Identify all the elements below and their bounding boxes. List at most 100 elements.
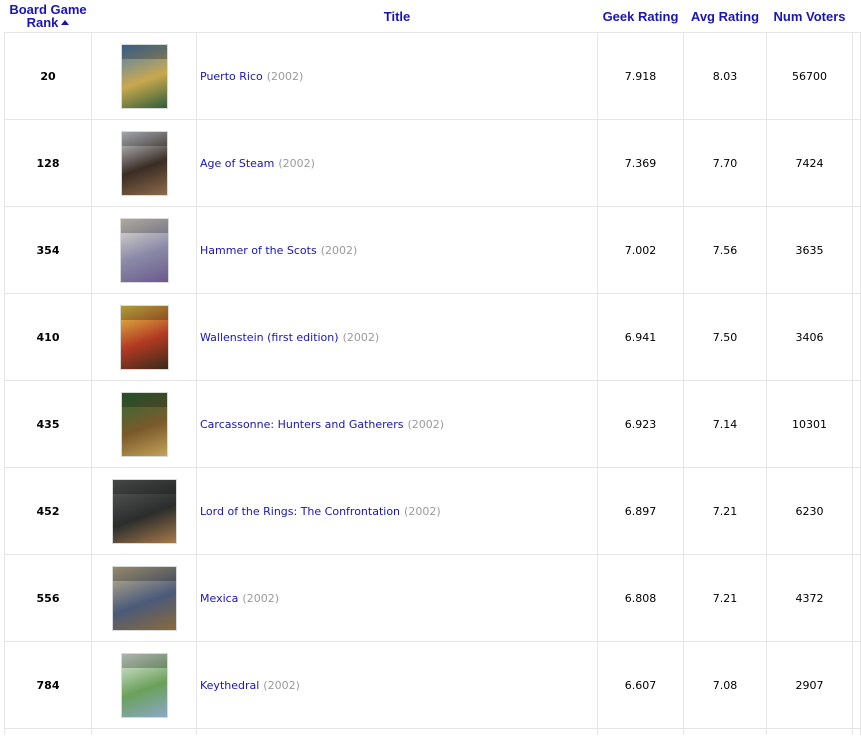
partial-cell xyxy=(683,728,767,735)
table-row: 20 Puerto Rico (2002) 7.918 8.03 56700 xyxy=(4,32,861,120)
table-header-row: Board Game Rank Title Geek Rating Avg Ra… xyxy=(5,0,861,33)
geek-rating-value: 7.002 xyxy=(624,243,657,257)
thumbnail-cell xyxy=(91,293,197,381)
game-year: (2002) xyxy=(404,504,441,518)
geek-rating-value: 7.918 xyxy=(624,69,657,83)
rank-cell: 784 xyxy=(4,641,92,729)
game-title-link[interactable]: Keythedral xyxy=(200,679,259,692)
avg-rating-cell: 7.70 xyxy=(683,119,767,207)
num-voters-value: 10301 xyxy=(792,417,827,431)
game-year: (2002) xyxy=(263,678,300,692)
title-cell: Age of Steam (2002) xyxy=(196,119,598,207)
avg-rating-column-header[interactable]: Avg Rating xyxy=(684,0,767,33)
geek-rating-sort-link[interactable]: Geek Rating xyxy=(603,9,679,24)
thumbnail-cell xyxy=(91,380,197,468)
num-voters-cell: 10301 xyxy=(766,380,853,468)
game-year: (2002) xyxy=(407,417,445,431)
geek-rating-value: 6.923 xyxy=(624,417,657,431)
avg-rating-cell: 7.21 xyxy=(683,467,767,555)
avg-rating-value: 7.56 xyxy=(712,243,738,257)
num-voters-value: 3406 xyxy=(795,330,824,344)
table-row: 784 Keythedral (2002) 6.607 7.08 2907 xyxy=(4,641,861,729)
keythedral-cover-image[interactable] xyxy=(121,653,167,717)
wallenstein-cover-image[interactable] xyxy=(120,305,168,369)
avg-rating-sort-link[interactable]: Avg Rating xyxy=(691,9,759,24)
table-row: 435 Carcassonne: Hunters and Gatherers (20… xyxy=(4,380,861,468)
extra-cell xyxy=(852,554,861,642)
num-voters-value: 4372 xyxy=(795,591,824,605)
rank-value: 354 xyxy=(36,243,60,257)
extra-cell xyxy=(852,32,861,120)
age-of-steam-cover-image[interactable] xyxy=(121,131,167,195)
geek-rating-value: 6.897 xyxy=(624,504,657,518)
rank-cell: 410 xyxy=(4,293,92,381)
thumbnail-cell xyxy=(91,467,197,555)
extra-cell xyxy=(852,641,861,729)
geek-rating-value: 6.808 xyxy=(624,591,657,605)
num-voters-cell: 2907 xyxy=(766,641,853,729)
game-title-link[interactable]: Puerto Rico xyxy=(200,70,263,83)
num-voters-cell: 6230 xyxy=(766,467,853,555)
avg-rating-cell: 7.21 xyxy=(683,554,767,642)
game-title-link[interactable]: Mexica xyxy=(200,592,238,605)
lotr-confrontation-cover-image[interactable] xyxy=(112,479,176,543)
rank-sort-link[interactable]: Board Game Rank xyxy=(9,2,86,30)
thumbnail-cell xyxy=(91,206,197,294)
title-cell: Lord of the Rings: The Confrontation (200… xyxy=(196,467,598,555)
title-sort-link[interactable]: Title xyxy=(384,9,411,24)
extra-cell xyxy=(852,119,861,207)
rank-value: 784 xyxy=(36,678,60,692)
game-title-link[interactable]: Hammer of the Scots xyxy=(200,244,317,257)
mexica-cover-image[interactable] xyxy=(112,566,176,630)
thumbnail-cell xyxy=(91,554,197,642)
title-column-header[interactable]: Title xyxy=(197,0,598,33)
game-year: (2002) xyxy=(278,156,315,170)
cover-title-band xyxy=(121,653,167,668)
geek-rating-cell: 6.897 xyxy=(597,467,684,555)
rank-value: 556 xyxy=(36,591,60,605)
game-title-link[interactable]: Wallenstein (first edition) xyxy=(200,331,339,344)
cover-title-band xyxy=(112,479,176,494)
title-cell: Hammer of the Scots (2002) xyxy=(196,206,598,294)
rank-cell: 20 xyxy=(4,32,92,120)
game-title-link[interactable]: Lord of the Rings: The Confrontation xyxy=(200,505,400,518)
game-title-link[interactable]: Carcassonne: Hunters and Gatherers xyxy=(200,418,403,431)
extra-cell xyxy=(852,380,861,468)
extra-cell xyxy=(852,467,861,555)
num-voters-sort-link[interactable]: Num Voters xyxy=(774,9,846,24)
rank-header-line2: Rank xyxy=(26,15,59,30)
carcassonne-hunters-gatherers-cover-image[interactable] xyxy=(121,392,167,456)
geek-rating-cell: 6.941 xyxy=(597,293,684,381)
rank-value: 435 xyxy=(36,417,60,431)
cover-title-band xyxy=(121,392,167,407)
partial-cell xyxy=(852,728,861,735)
avg-rating-value: 8.03 xyxy=(712,69,738,83)
geek-rating-value: 6.941 xyxy=(624,330,657,344)
game-title-link[interactable]: Age of Steam xyxy=(200,157,274,170)
num-voters-cell: 3635 xyxy=(766,206,853,294)
thumbnail-cell xyxy=(91,641,197,729)
rank-value: 20 xyxy=(40,69,56,83)
partial-cell xyxy=(196,728,598,735)
rank-value: 128 xyxy=(36,156,60,170)
puerto-rico-cover-image[interactable] xyxy=(121,44,167,108)
cover-title-band xyxy=(120,305,168,320)
partial-cell xyxy=(4,728,92,735)
num-voters-column-header[interactable]: Num Voters xyxy=(767,0,853,33)
cover-title-band xyxy=(121,44,167,59)
avg-rating-cell: 7.14 xyxy=(683,380,767,468)
rank-column-header[interactable]: Board Game Rank xyxy=(5,0,92,33)
hammer-of-the-scots-cover-image[interactable] xyxy=(120,218,168,282)
geek-rating-column-header[interactable]: Geek Rating xyxy=(598,0,684,33)
partial-cell xyxy=(597,728,684,735)
title-cell: Keythedral (2002) xyxy=(196,641,598,729)
num-voters-cell: 4372 xyxy=(766,554,853,642)
game-year: (2002) xyxy=(242,591,279,605)
rank-cell: 128 xyxy=(4,119,92,207)
geek-rating-cell: 7.918 xyxy=(597,32,684,120)
num-voters-value: 2907 xyxy=(795,678,824,692)
num-voters-value: 7424 xyxy=(795,156,824,170)
geek-rating-value: 6.607 xyxy=(624,678,657,692)
num-voters-cell: 3406 xyxy=(766,293,853,381)
board-game-table: Board Game Rank Title Geek Rating Avg Ra… xyxy=(4,0,861,735)
